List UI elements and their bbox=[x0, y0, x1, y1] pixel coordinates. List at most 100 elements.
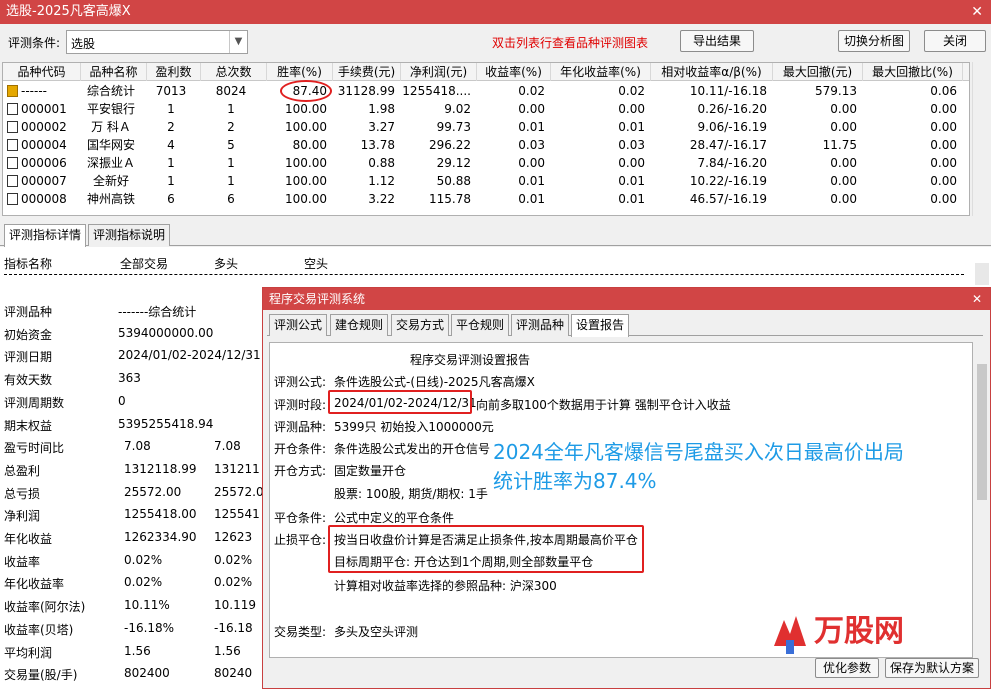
cell-profit: 115.78 bbox=[429, 192, 471, 206]
metric-label: 评测品种 bbox=[4, 305, 53, 319]
close-button[interactable]: 关闭 bbox=[924, 30, 986, 52]
col-header[interactable]: 胜率(%) bbox=[267, 63, 333, 81]
cell-rate: 100.00 bbox=[285, 192, 327, 206]
col-header-long: 多头 bbox=[214, 257, 239, 271]
metric-label: 盈亏时间比 bbox=[4, 441, 65, 456]
col-header[interactable]: 品种代码 bbox=[3, 63, 81, 81]
stock-icon bbox=[7, 175, 18, 187]
col-header[interactable]: 年化收益率(%) bbox=[551, 63, 651, 81]
grid-header: 品种代码 品种名称 盈利数 总次数 胜率(%) 手续费(元) 净利润(元) 收益率(%) 年化收… bbox=[3, 63, 969, 81]
cell-fee: 3.27 bbox=[368, 120, 395, 134]
tab-varieties[interactable]: 评测品种 bbox=[511, 314, 570, 336]
tab-detail[interactable]: 评测指标详情 bbox=[4, 224, 87, 247]
export-button[interactable]: 导出结果 bbox=[680, 30, 754, 52]
stock-icon bbox=[7, 157, 18, 169]
save-default-button[interactable]: 保存为默认方案 bbox=[885, 658, 979, 678]
detail-row: 初始资金 5394000000.00 bbox=[0, 326, 300, 348]
period-suffix: 向前多取100个数据用于计算 强制平仓计入收益 bbox=[476, 398, 731, 412]
table-row[interactable]: 000008 神州高铁 6 6 100.00 3.22 115.78 0.01 0.01 46.5… bbox=[3, 190, 969, 208]
logo-mark-icon bbox=[774, 616, 806, 654]
cell-name: 全新好 bbox=[92, 174, 129, 188]
table-row[interactable]: 000004 国华网安 4 5 80.00 13.78 296.22 0.03 0.03 28.4… bbox=[3, 136, 969, 154]
metric-label: 收益率 bbox=[4, 554, 41, 569]
window-title-bar: 选股-2025凡客高爆X ✕ bbox=[0, 0, 991, 24]
metric-all: 5394000000.00 bbox=[118, 325, 214, 340]
close-icon[interactable]: ✕ bbox=[971, 0, 983, 24]
cell-annual: 0.02 bbox=[618, 84, 645, 98]
metric-long: -16.18 bbox=[214, 620, 253, 635]
col-header[interactable]: 总次数 bbox=[201, 63, 267, 81]
table-row[interactable]: 000007 全新好 1 1 100.00 1.12 50.88 0.01 0.01 10.22/… bbox=[3, 172, 969, 190]
cell-profit: 50.88 bbox=[436, 174, 471, 188]
metric-all: 0 bbox=[118, 393, 126, 408]
varieties-label: 评测品种: bbox=[274, 420, 327, 434]
stock-code: 000006 bbox=[21, 156, 67, 170]
report-body: 程序交易评测设置报告 评测公式: 条件选股公式-(日线)-2025凡客高爆X 评… bbox=[269, 342, 973, 658]
results-grid[interactable]: 品种代码 品种名称 盈利数 总次数 胜率(%) 手续费(元) 净利润(元) 收益率(%) 年化收… bbox=[2, 62, 970, 216]
col-header[interactable]: 手续费(元) bbox=[333, 63, 401, 81]
cell-profit: 1255418.... bbox=[402, 84, 471, 98]
cell-total: 8024 bbox=[215, 84, 247, 98]
metric-all: 7.08 bbox=[124, 439, 151, 454]
metric-all: 0.02% bbox=[124, 575, 163, 590]
detail-scrollbar[interactable] bbox=[975, 263, 989, 285]
open-mode-label: 开仓方式: bbox=[274, 464, 327, 478]
table-row[interactable]: 000006 深振业Ａ 1 1 100.00 0.88 29.12 0.00 0.00 7.84/… bbox=[3, 154, 969, 172]
cell-rate: 100.00 bbox=[285, 174, 327, 188]
annotation-line1: 2024全年凡客爆信号尾盘买入次日最高价出局 bbox=[493, 440, 904, 464]
metric-all: 1255418.00 bbox=[124, 507, 197, 522]
col-header[interactable]: 盈利数 bbox=[147, 63, 201, 81]
tab-build-rules[interactable]: 建仓规则 bbox=[330, 314, 389, 336]
tab-close-rules[interactable]: 平仓规则 bbox=[451, 314, 510, 336]
open-mode-value: 固定数量开仓 bbox=[334, 464, 407, 478]
cell-ddratio: 0.00 bbox=[930, 174, 957, 188]
metric-label: 总盈利 bbox=[4, 463, 41, 478]
metric-label: 期末权益 bbox=[4, 418, 53, 433]
dialog-close-icon[interactable]: ✕ bbox=[972, 288, 982, 310]
stock-icon bbox=[7, 193, 18, 205]
metric-all: 25572.00 bbox=[124, 484, 182, 499]
col-header[interactable]: 净利润(元) bbox=[401, 63, 477, 81]
table-row[interactable]: ------ 综合统计 7013 8024 87.40 31128.99 1255418..… bbox=[3, 82, 969, 100]
cell-annual: 0.00 bbox=[618, 156, 645, 170]
table-row[interactable]: 000002 万 科Ａ 2 2 100.00 3.27 99.73 0.01 0.01 9.06/… bbox=[3, 118, 969, 136]
cell-ddratio: 0.00 bbox=[930, 156, 957, 170]
cell-win: 2 bbox=[167, 120, 175, 134]
metric-all: 802400 bbox=[124, 666, 170, 681]
col-header[interactable]: 品种名称 bbox=[81, 63, 147, 81]
condition-label: 评测条件: bbox=[8, 36, 61, 50]
stock-icon bbox=[7, 103, 18, 115]
period-label: 评测时段: bbox=[274, 398, 327, 412]
cell-name: 深振业Ａ bbox=[86, 156, 135, 170]
condition-select[interactable]: 选股 ▼ bbox=[66, 30, 248, 54]
cell-ret: 0.01 bbox=[518, 192, 545, 206]
report-scrollbar[interactable] bbox=[975, 342, 989, 658]
chevron-down-icon[interactable]: ▼ bbox=[229, 31, 247, 53]
tab-trade-mode[interactable]: 交易方式 bbox=[391, 314, 450, 336]
optimize-params-button[interactable]: 优化参数 bbox=[815, 658, 879, 678]
switch-chart-button[interactable]: 切换分析图 bbox=[838, 30, 910, 52]
detail-row: 期末权益 5395255418.94 bbox=[0, 417, 300, 439]
cell-alpha: 46.57/-16.19 bbox=[689, 192, 767, 206]
col-header[interactable]: 最大回撤比(%) bbox=[863, 63, 963, 81]
trade-type-value: 多头及空头评测 bbox=[334, 625, 419, 639]
col-header[interactable]: 最大回撤(元) bbox=[773, 63, 863, 81]
open-mode-sub: 股票: 100股, 期货/期权: 1手 bbox=[334, 487, 488, 501]
tab-formula[interactable]: 评测公式 bbox=[269, 314, 328, 336]
reference-value: 计算相对收益率选择的参照品种: 沪深300 bbox=[334, 579, 557, 593]
tab-report[interactable]: 设置报告 bbox=[571, 314, 630, 337]
report-scroll-thumb[interactable] bbox=[977, 364, 987, 500]
col-header[interactable]: 收益率(%) bbox=[477, 63, 551, 81]
grid-scrollbar[interactable] bbox=[972, 62, 988, 216]
cell-fee: 1.12 bbox=[368, 174, 395, 188]
tab-explanation[interactable]: 评测指标说明 bbox=[88, 224, 171, 246]
cell-ret: 0.01 bbox=[518, 174, 545, 188]
cell-total: 5 bbox=[227, 138, 235, 152]
detail-row: 年化收益率 0.02% 0.02% bbox=[0, 575, 300, 597]
metric-all: 363 bbox=[118, 371, 141, 386]
detail-row: 交易量(股/手) 802400 80240 bbox=[0, 666, 300, 688]
col-header[interactable]: 相对收益率α/β(%) bbox=[651, 63, 773, 81]
cell-maxdd: 579.13 bbox=[815, 84, 857, 98]
table-row[interactable]: 000001 平安银行 1 1 100.00 1.98 9.02 0.00 0.00 0.26/-… bbox=[3, 100, 969, 118]
metric-long: 7.08 bbox=[214, 439, 241, 454]
